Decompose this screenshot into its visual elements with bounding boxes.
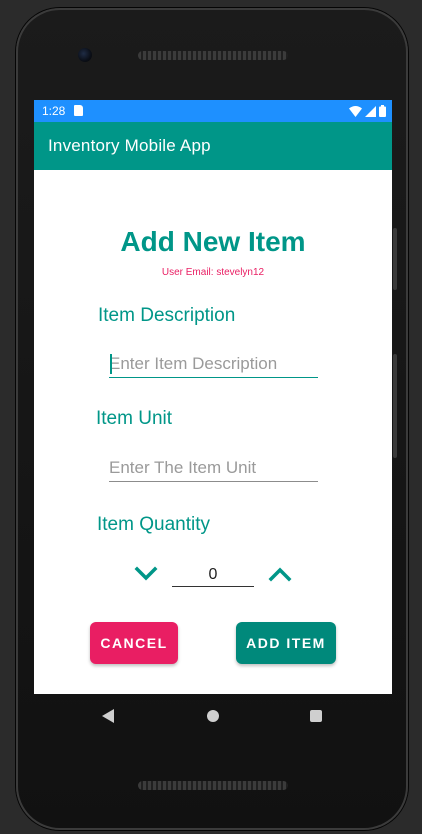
increase-quantity-button[interactable] [266,560,294,588]
status-time: 1:28 [42,104,66,118]
decrease-quantity-button[interactable] [132,560,160,588]
item-quantity-label: Item Quantity [97,514,210,535]
home-circle-icon[interactable] [207,710,219,722]
power-button [393,228,397,290]
screen: 1:28 Inventory Mobile App Add New Item U… [34,100,392,694]
app-title: Inventory Mobile App [48,136,211,155]
battery-icon [379,105,386,117]
item-unit-input[interactable] [109,455,318,482]
chevron-down-icon [134,566,158,581]
front-camera-icon [78,48,92,62]
quantity-value[interactable]: 0 [172,564,254,587]
item-unit-label: Item Unit [96,408,173,429]
top-speaker-grille [138,51,288,60]
page-title: Add New Item [120,226,306,257]
cell-signal-icon [365,105,376,117]
volume-button [393,354,397,458]
add-item-form: Add New Item User Email: stevelyn12 Item… [34,170,392,694]
user-email-text: User Email: stevelyn12 [161,267,265,278]
text-cursor [110,354,112,374]
system-navigation-bar [34,694,392,740]
status-icons [349,104,386,118]
item-description-label: Item Description [98,305,236,326]
cancel-button[interactable]: CANCEL [90,622,178,664]
recents-square-icon[interactable] [310,710,322,722]
item-description-input[interactable] [109,351,318,378]
back-triangle-icon[interactable] [102,709,114,723]
status-bar: 1:28 [34,100,392,122]
bottom-speaker-grille [138,781,288,790]
add-item-button[interactable]: ADD ITEM [236,622,336,664]
wifi-icon [349,105,362,117]
app-toolbar: Inventory Mobile App [34,122,392,170]
chevron-up-icon [268,567,292,582]
sd-card-icon [74,105,83,116]
